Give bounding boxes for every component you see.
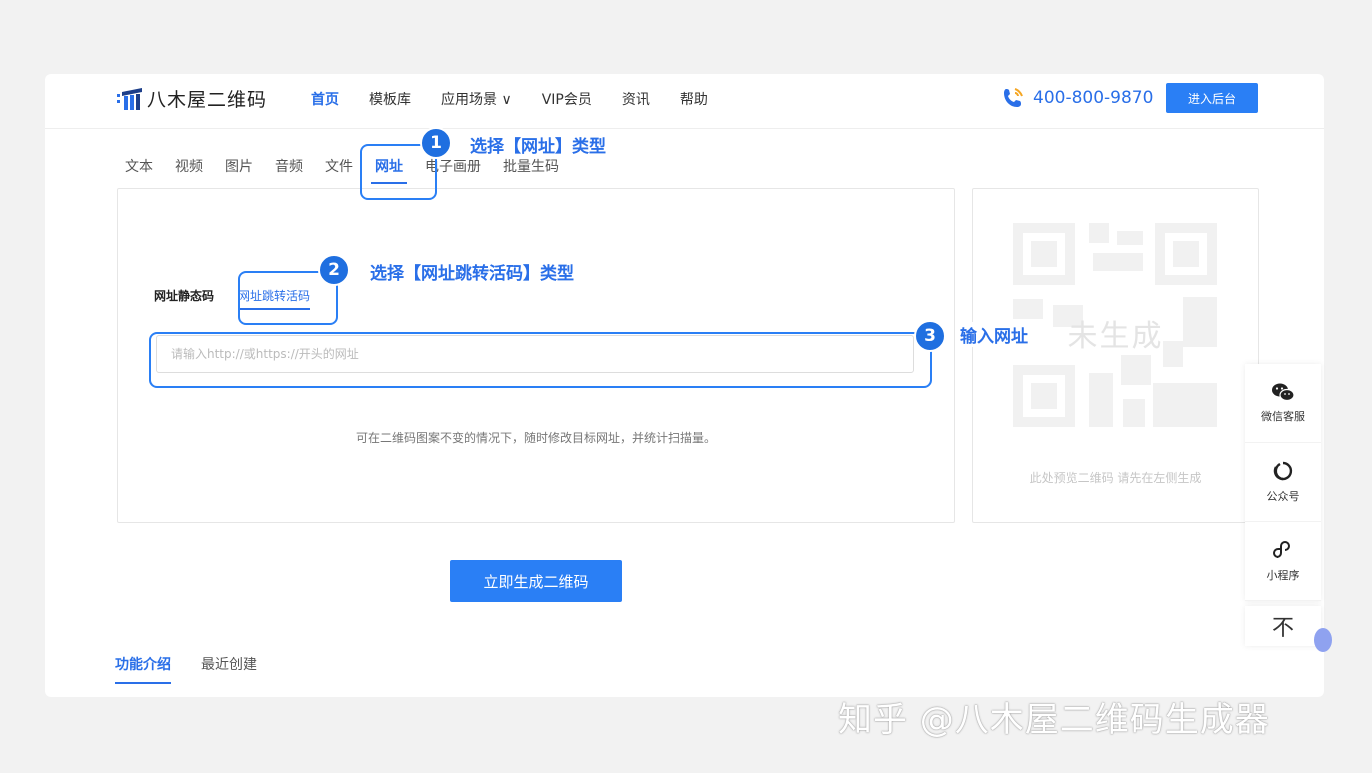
brand-name: 八木屋二维码 bbox=[147, 89, 268, 111]
side-mini-label: 小程序 bbox=[1266, 569, 1300, 582]
nav-home[interactable]: 首页 bbox=[311, 89, 339, 109]
qr-type-tabs: 文本 视频 图片 音频 文件 网址 电子画册 批量生码 bbox=[125, 156, 581, 184]
side-wechat-label: 微信客服 bbox=[1261, 410, 1305, 423]
enter-admin-button[interactable]: 进入后台 bbox=[1166, 83, 1258, 113]
back-to-top-button[interactable]: 不 bbox=[1245, 606, 1321, 646]
side-official-label: 公众号 bbox=[1266, 490, 1300, 503]
callout-text-2: 选择【网址跳转活码】类型 bbox=[366, 259, 578, 284]
callout-text-1: 选择【网址】类型 bbox=[466, 132, 610, 157]
nav-scenarios[interactable]: 应用场景 ∨ bbox=[441, 89, 512, 109]
callout-text-3: 输入网址 bbox=[956, 322, 1032, 347]
phone-icon bbox=[1004, 88, 1023, 107]
main-nav: 首页 模板库 应用场景 ∨ VIP会员 资讯 帮助 bbox=[311, 89, 738, 109]
floating-assistant-icon[interactable] bbox=[1314, 628, 1332, 652]
mini-program-icon bbox=[1273, 541, 1290, 558]
preview-note: 此处预览二维码 请先在左侧生成 bbox=[1029, 471, 1202, 485]
brand-logo-icon bbox=[117, 87, 142, 110]
side-mini-program[interactable]: 小程序 bbox=[1245, 522, 1321, 601]
side-wechat-service[interactable]: 微信客服 bbox=[1245, 364, 1321, 443]
official-account-icon bbox=[1273, 461, 1293, 481]
tab-batch[interactable]: 批量生码 bbox=[503, 156, 559, 176]
callout-box-url-input bbox=[149, 332, 932, 388]
callout-badge-1: 1 bbox=[420, 127, 452, 159]
tab-static-url[interactable]: 网址静态码 bbox=[154, 287, 214, 304]
generate-qr-button[interactable]: 立即生成二维码 bbox=[450, 560, 622, 602]
nav-help[interactable]: 帮助 bbox=[680, 89, 708, 109]
tab-file[interactable]: 文件 bbox=[325, 156, 353, 176]
tab-recent[interactable]: 最近创建 bbox=[201, 654, 257, 674]
tab-features[interactable]: 功能介绍 bbox=[115, 654, 171, 684]
watermark: 知乎 @八木屋二维码生成器 bbox=[838, 700, 1270, 740]
wechat-icon bbox=[1272, 383, 1295, 402]
nav-news[interactable]: 资讯 bbox=[622, 89, 650, 109]
side-official-account[interactable]: 公众号 bbox=[1245, 443, 1321, 522]
nav-vip[interactable]: VIP会员 bbox=[542, 89, 592, 109]
tab-video[interactable]: 视频 bbox=[175, 156, 203, 176]
brand-logo[interactable]: 八木屋二维码 bbox=[115, 85, 267, 112]
side-float-toolbar: 微信客服 公众号 小程序 bbox=[1245, 364, 1321, 601]
qr-preview-panel: 未生成 此处预览二维码 请先在左侧生成 bbox=[972, 188, 1259, 523]
tab-text[interactable]: 文本 bbox=[125, 156, 153, 176]
bottom-tabs: 功能介绍 最近创建 bbox=[115, 654, 287, 684]
top-header: 八木屋二维码 首页 模板库 应用场景 ∨ VIP会员 资讯 帮助 400-800… bbox=[45, 74, 1324, 129]
callout-badge-2: 2 bbox=[318, 254, 350, 286]
form-hint: 可在二维码图案不变的情况下，随时修改目标网址，并统计扫描量。 bbox=[355, 431, 716, 445]
tab-image[interactable]: 图片 bbox=[225, 156, 253, 176]
hotline: 400-800-9870 bbox=[1001, 86, 1153, 110]
hotline-number: 400-800-9870 bbox=[1033, 88, 1154, 108]
nav-templates[interactable]: 模板库 bbox=[369, 89, 411, 109]
tab-audio[interactable]: 音频 bbox=[275, 156, 303, 176]
callout-badge-3: 3 bbox=[914, 320, 946, 352]
